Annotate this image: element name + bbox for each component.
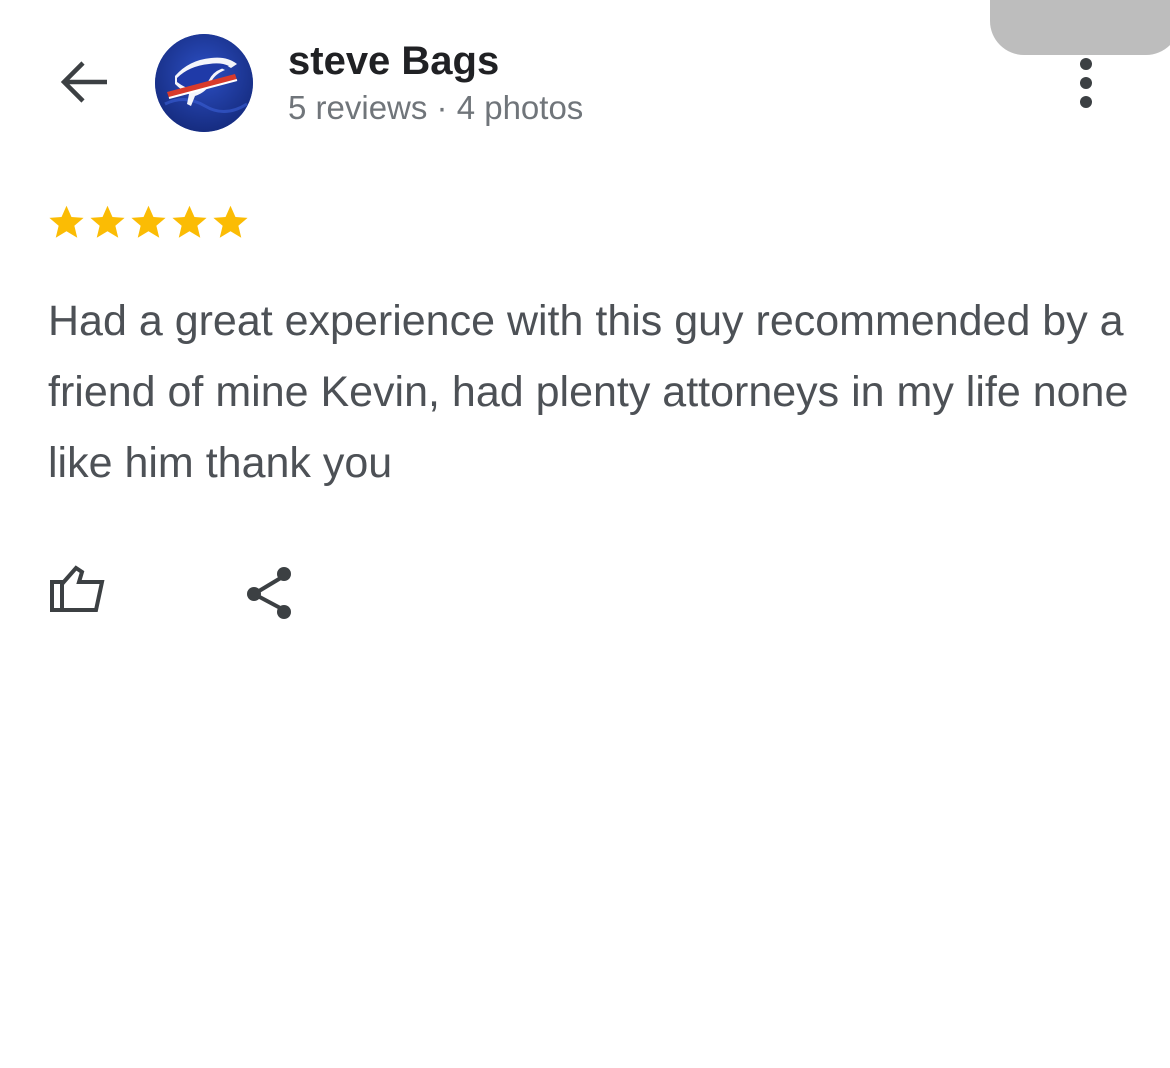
arrow-left-icon <box>60 61 107 103</box>
avatar[interactable] <box>155 34 253 132</box>
star-icon <box>49 205 84 238</box>
thumbs-up-icon <box>50 565 105 612</box>
more-options-button[interactable] <box>1062 52 1110 114</box>
more-vert-icon-dot-1 <box>1080 58 1092 70</box>
more-vert-icon-dot-2 <box>1080 77 1092 89</box>
share-icon <box>247 567 291 619</box>
more-vert-icon-dot-3 <box>1080 96 1092 108</box>
reviewer-name[interactable]: steve Bags <box>288 38 499 84</box>
star-icon <box>131 205 166 238</box>
like-button[interactable] <box>44 558 112 626</box>
back-button[interactable] <box>50 52 116 112</box>
buffalo-logo-avatar <box>155 34 253 132</box>
star-icon <box>213 205 248 238</box>
corner-overlay <box>990 0 1170 55</box>
review-text: Had a great experience with this guy rec… <box>48 297 1129 487</box>
share-button[interactable] <box>238 560 306 628</box>
star-icon <box>172 205 207 238</box>
star-icon <box>90 205 125 238</box>
reviewer-meta: 5 reviews · 4 photos <box>288 89 584 126</box>
star-rating <box>46 200 251 244</box>
